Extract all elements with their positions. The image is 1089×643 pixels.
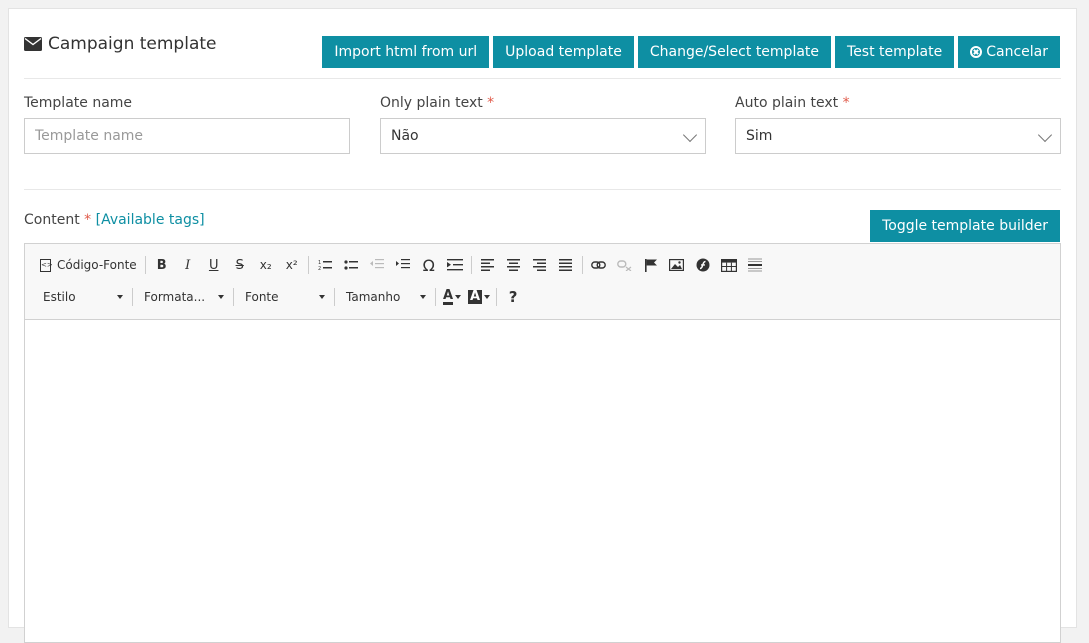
available-tags-link[interactable]: Available tags: [101, 212, 199, 228]
editor-content-area[interactable]: [25, 320, 1060, 640]
template-name-field: Template name: [24, 95, 350, 154]
decrease-indent-icon[interactable]: [364, 253, 390, 277]
toolbar-row-1: <> Código-Fonte B I U S x₂ x² 12 Ω: [35, 252, 768, 278]
size-combo[interactable]: Tamanho: [338, 285, 432, 309]
increase-indent-icon[interactable]: [390, 253, 416, 277]
caret-down-icon: [218, 295, 224, 299]
svg-text:2: 2: [318, 266, 321, 271]
cancel-button-label: Cancelar: [986, 44, 1048, 60]
horizontal-rule-icon[interactable]: [742, 253, 768, 277]
numbered-list-icon[interactable]: 12: [312, 253, 338, 277]
rich-text-editor: <> Código-Fonte B I U S x₂ x² 12 Ω Estil…: [24, 243, 1061, 643]
chevron-down-icon: [1037, 127, 1053, 143]
template-name-label: Template name: [24, 95, 133, 111]
auto-plain-text-field: Auto plain text * Sim: [735, 95, 1061, 154]
source-button[interactable]: <> Código-Fonte: [35, 253, 142, 277]
page-title-text: Campaign template: [48, 34, 217, 54]
template-name-input[interactable]: [24, 118, 350, 154]
panel-header: Campaign template Import html from url U…: [9, 9, 1076, 79]
only-plain-text-value: Não: [391, 128, 419, 144]
auto-plain-text-value: Sim: [746, 128, 773, 144]
caret-down-icon: [455, 295, 462, 299]
only-plain-text-select[interactable]: Não: [380, 118, 706, 154]
caret-down-icon: [484, 295, 491, 299]
bulleted-list-icon[interactable]: [338, 253, 364, 277]
superscript-button[interactable]: x²: [279, 253, 305, 277]
campaign-template-panel: Campaign template Import html from url U…: [8, 8, 1077, 643]
unlink-icon[interactable]: [612, 253, 638, 277]
style-combo[interactable]: Estilo: [35, 285, 129, 309]
text-color-button[interactable]: A: [439, 285, 465, 309]
align-justify-icon[interactable]: [553, 253, 579, 277]
align-right-icon[interactable]: [527, 253, 553, 277]
editor-toolbar: <> Código-Fonte B I U S x₂ x² 12 Ω Estil…: [25, 244, 1060, 320]
special-character-button[interactable]: Ω: [416, 253, 442, 277]
change-select-template-button[interactable]: Change/Select template: [637, 36, 832, 68]
toggle-template-builder-button[interactable]: Toggle template builder: [870, 210, 1060, 242]
italic-button[interactable]: I: [175, 253, 201, 277]
align-center-icon[interactable]: [501, 253, 527, 277]
font-combo[interactable]: Fonte: [237, 285, 331, 309]
auto-plain-text-select[interactable]: Sim: [735, 118, 1061, 154]
import-html-from-url-button[interactable]: Import html from url: [322, 36, 490, 68]
table-icon[interactable]: [716, 253, 742, 277]
align-left-icon[interactable]: [475, 253, 501, 277]
form-divider: [24, 189, 1061, 190]
caret-down-icon: [117, 295, 123, 299]
cancel-button[interactable]: Cancelar: [958, 36, 1060, 68]
format-combo[interactable]: Formata...: [136, 285, 230, 309]
caret-down-icon: [319, 295, 325, 299]
source-code-icon: <>: [40, 258, 53, 272]
test-template-button[interactable]: Test template: [835, 36, 955, 68]
link-icon[interactable]: [586, 253, 612, 277]
header-actions: Import html from url Upload template Cha…: [322, 36, 1060, 68]
flash-embed-icon[interactable]: [690, 253, 716, 277]
page-title: Campaign template: [24, 34, 217, 54]
only-plain-text-field: Only plain text * Não: [380, 95, 706, 154]
underline-button[interactable]: U: [201, 253, 227, 277]
chevron-down-icon: [682, 127, 698, 143]
help-button[interactable]: ?: [500, 285, 526, 309]
caret-down-icon: [420, 295, 426, 299]
blockquote-icon[interactable]: [442, 253, 468, 277]
strikethrough-button[interactable]: S: [227, 253, 253, 277]
anchor-flag-icon[interactable]: [638, 253, 664, 277]
only-plain-text-label: Only plain text *: [380, 95, 495, 111]
bold-button[interactable]: B: [149, 253, 175, 277]
header-divider: [24, 78, 1061, 79]
background-color-icon: A: [468, 289, 483, 304]
subscript-button[interactable]: x₂: [253, 253, 279, 277]
background-color-button[interactable]: A: [465, 285, 493, 309]
upload-template-button[interactable]: Upload template: [493, 36, 634, 68]
toolbar-row-2: Estilo Formata... Fonte Tamanho A A ?: [35, 284, 526, 310]
content-label: Content * [Available tags]: [24, 212, 205, 228]
close-circle-icon: [970, 46, 983, 58]
auto-plain-text-label: Auto plain text *: [735, 95, 850, 111]
text-color-icon: A: [442, 288, 454, 305]
envelope-icon: [24, 37, 42, 51]
image-icon[interactable]: [664, 253, 690, 277]
